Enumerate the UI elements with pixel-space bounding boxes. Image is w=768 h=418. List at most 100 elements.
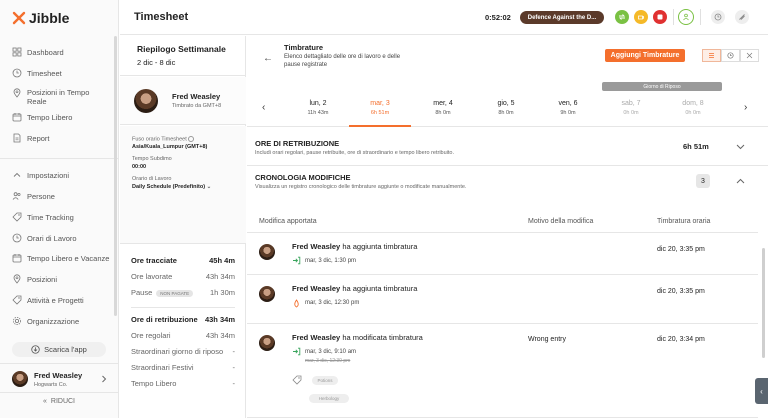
history-row-old-value: mar, 3 dic, 12:30 pm [305, 358, 351, 364]
history-count-badge: 3 [696, 174, 710, 188]
history-section[interactable]: CRONOLOGIA MODIFICHE Visualizza un regis… [247, 167, 768, 201]
clock-in-icon [293, 256, 301, 265]
view-history-toggle[interactable] [721, 49, 740, 62]
jibble-logo-icon [12, 11, 26, 25]
stat-value: 45h 4m [209, 256, 235, 265]
section-description: Elenco dettagliato delle ore di lavoro e… [284, 54, 401, 68]
history-table-header: Modifica apportata Motivo della modifica… [247, 211, 758, 233]
swap-activity-button[interactable] [615, 10, 629, 24]
day-name: mer, 4 [433, 100, 453, 107]
info-icon[interactable] [188, 136, 195, 142]
chevron-left-icon: ‹ [760, 386, 763, 396]
stat-row: Ore tracciate 45h 4m [131, 256, 235, 265]
pay-hours-title: ORE DI RETRIBUZIONE [255, 139, 340, 148]
clock-status-button[interactable] [678, 9, 694, 25]
day-name: mar, 3 [370, 100, 390, 107]
chevron-up-icon[interactable] [736, 178, 745, 184]
current-project-pill[interactable]: Defence Against the D... [520, 11, 604, 24]
view-list-toggle[interactable] [702, 49, 721, 62]
day-tab[interactable]: gio, 5 8h 0m [476, 100, 536, 116]
history-row-reason: Wrong entry [528, 336, 566, 343]
schedule-select[interactable]: Daily Schedule (Predefinito) ⌄ [132, 184, 246, 190]
day-tab[interactable]: sab, 7 0h 0m [601, 100, 661, 116]
sidebar-item-organizzazione[interactable]: Organizzazione [12, 314, 79, 328]
day-tab[interactable]: mer, 4 8h 0m [413, 100, 473, 116]
stat-row: Ore di retribuzione 43h 34m [131, 315, 235, 324]
user-org: Hogwarts Co. [34, 382, 68, 388]
list-icon [709, 53, 714, 58]
chevron-right-icon [102, 375, 107, 383]
double-chevron-left-icon: « [42, 398, 47, 405]
sidebar-item-posizioni-in-tempo-reale[interactable]: Posizioni in Tempo Reale [12, 88, 97, 106]
day-name: gio, 5 [497, 100, 515, 107]
prev-week-button[interactable]: ‹ [262, 102, 265, 113]
user-card[interactable]: Fred Weasley Hogwarts Co. [0, 363, 118, 393]
sidebar-item-tempo-libero-e-vacanze[interactable]: Tempo Libero e Vacanze [12, 251, 109, 265]
day-tab[interactable]: mar, 3 6h 51m [350, 100, 410, 116]
sidebar-item-label: Posizioni [27, 274, 58, 284]
sidebar-item-report[interactable]: Report [12, 131, 50, 145]
download-app-label: Scarica l'app [44, 345, 87, 354]
stat-row: Pause NON PAGATE 1h 30m [131, 288, 235, 297]
user-name: Fred Weasley [34, 371, 83, 380]
download-app-button[interactable]: Scarica l'app [12, 342, 106, 357]
jibble-logo[interactable]: Jibble [12, 10, 69, 26]
buffer-label: Tempo Subdimo [132, 156, 172, 163]
history-row-time: dic 20, 3:34 pm [657, 336, 705, 343]
break-button[interactable] [634, 10, 648, 24]
sidebar-item-label: Organizzazione [27, 316, 80, 326]
history-row: Fred Weasley ha modificata timbratura mar… [247, 325, 758, 418]
pay-hours-section[interactable]: ORE DI RETRIBUZIONE Includi orari regola… [247, 128, 768, 166]
sidebar-item-impostazioni[interactable]: Impostazioni [12, 168, 69, 182]
sidebar-item-attivit-e-progetti[interactable]: Attività e Progetti [12, 293, 84, 307]
sidebar-item-orari-di-lavoro[interactable]: Orari di Lavoro [12, 231, 77, 245]
sidebar-item-label: Tempo Libero e Vacanze [27, 253, 110, 263]
weekly-user: Fred Weasley Timbrato da GMT+8 [120, 77, 246, 125]
timesheet-info: Fuso orario Timesheet Asia/Kuala_Lumpur … [120, 126, 246, 244]
clock-outline-icon [714, 13, 722, 21]
back-arrow-icon[interactable]: ← [263, 53, 273, 64]
day-tab[interactable]: ven, 6 9h 0m [538, 100, 598, 116]
day-name: lun, 2 [309, 100, 327, 107]
weekly-summary-panel: Riepilogo Settimanale 2 dic - 8 dic Fred… [120, 36, 246, 418]
report-icon [13, 133, 21, 143]
day-name: dom, 8 [682, 100, 704, 107]
day-tab[interactable]: dom, 8 0h 0m [663, 100, 723, 116]
help-button[interactable] [711, 10, 725, 24]
stat-label: Ore tracciate [131, 256, 177, 265]
collapse-sidebar-button[interactable]: « RIDUCI [0, 398, 118, 405]
next-week-button[interactable]: › [744, 102, 747, 113]
unpaid-badge: NON PAGATE [156, 290, 194, 297]
history-row-detail: mar, 3 dic, 12:30 pm [305, 300, 360, 306]
day-hours: 11h 43m [307, 110, 329, 116]
day-hours: 6h 51m [370, 110, 390, 116]
sidebar-item-posizioni[interactable]: Posizioni [12, 272, 57, 286]
person-clock-icon [683, 13, 689, 21]
coffee-icon [638, 15, 644, 20]
main-scrollbar[interactable] [762, 248, 765, 358]
sidebar-scrollbar[interactable] [114, 36, 117, 316]
tag-chip: Herbology [309, 394, 349, 403]
view-collapse-toggle[interactable] [740, 49, 759, 62]
stat-row: Tempo Libero - [131, 379, 235, 388]
stat-label: Ore regolari [131, 331, 171, 340]
sidebar-item-time-tracking[interactable]: Time Tracking [12, 210, 74, 224]
expand-panel-button[interactable]: ‹ [755, 378, 768, 404]
sidebar-item-dashboard[interactable]: Dashboard [12, 45, 64, 59]
chevron-down-icon[interactable] [736, 144, 745, 150]
sidebar-item-label: Attività e Progetti [27, 295, 84, 305]
stop-timer-button[interactable] [653, 10, 667, 24]
add-timesheet-button[interactable]: Aggiungi Timbrature [605, 49, 685, 62]
day-tab[interactable]: lun, 2 11h 43m [288, 100, 348, 116]
main-content: ← Timbrature Elenco dettagliato delle or… [247, 36, 768, 418]
sidebar-item-persone[interactable]: Persone [12, 189, 55, 203]
weekly-user-timezone: Timbrato da GMT+8 [172, 103, 222, 109]
stat-row: Straordinari Festivi - [131, 363, 235, 372]
break-icon [294, 299, 299, 308]
sidebar-item-timesheet[interactable]: Timesheet [12, 66, 62, 80]
buffer-value: 00:00 [132, 164, 147, 171]
history-row-title: Fred Weasley ha modificata timbratura [292, 333, 423, 342]
collapse-label: RIDUCI [50, 398, 76, 405]
sidebar-item-tempo-libero[interactable]: Tempo Libero [12, 110, 72, 124]
integrations-button[interactable] [735, 10, 749, 24]
